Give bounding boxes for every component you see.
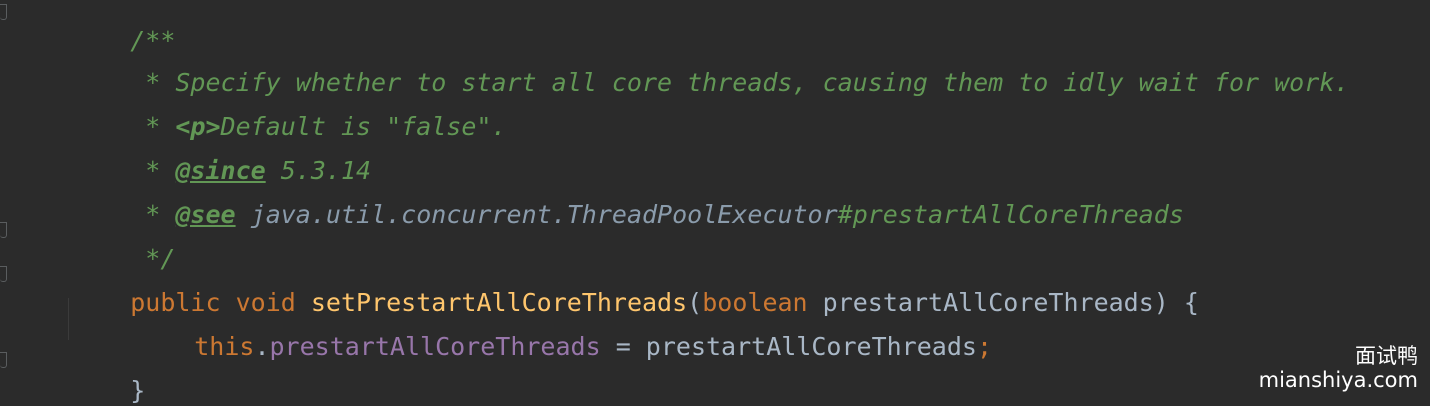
watermark-url: mianshiya.com	[1258, 368, 1418, 392]
code-line-6[interactable]: */	[70, 214, 175, 273]
fold-marker-icon[interactable]	[0, 222, 7, 238]
fold-marker-icon[interactable]	[0, 352, 7, 368]
code-line-4[interactable]: * @since 5.3.14	[70, 126, 371, 185]
doc-see-member[interactable]: #prestartAllCoreThreads	[838, 200, 1184, 229]
code-line-8[interactable]: this.prestartAllCoreThreads = prestartAl…	[134, 302, 992, 361]
code-line-2[interactable]: * Specify whether to start all core thre…	[70, 38, 1349, 97]
watermark-title: 面试鸭	[1355, 344, 1418, 368]
code-line-3[interactable]: * <p>Default is "false".	[70, 82, 506, 141]
code-line-1[interactable]: /**	[70, 0, 175, 55]
doc-see-tag: @see	[175, 200, 236, 229]
indent-guide	[68, 298, 69, 340]
code-editor[interactable]: /** * Specify whether to start all core …	[0, 0, 1430, 406]
field-name[interactable]: prestartAllCoreThreads	[270, 332, 601, 361]
code-line-9[interactable]: }	[70, 346, 145, 405]
closing-brace: }	[130, 376, 146, 405]
parameter-reference[interactable]: prestartAllCoreThreads	[646, 332, 977, 361]
doc-see-reference[interactable]: java.util.concurrent.ThreadPoolExecutor	[251, 200, 838, 229]
keyword-this: this	[194, 332, 255, 361]
code-line-7[interactable]: public void setPrestartAllCoreThreads(bo…	[70, 258, 1199, 317]
editor-gutter	[0, 0, 18, 406]
fold-marker-icon[interactable]	[0, 266, 7, 282]
code-line-5[interactable]: * @see java.util.concurrent.ThreadPoolEx…	[70, 170, 1184, 229]
fold-marker-icon[interactable]	[0, 4, 7, 20]
